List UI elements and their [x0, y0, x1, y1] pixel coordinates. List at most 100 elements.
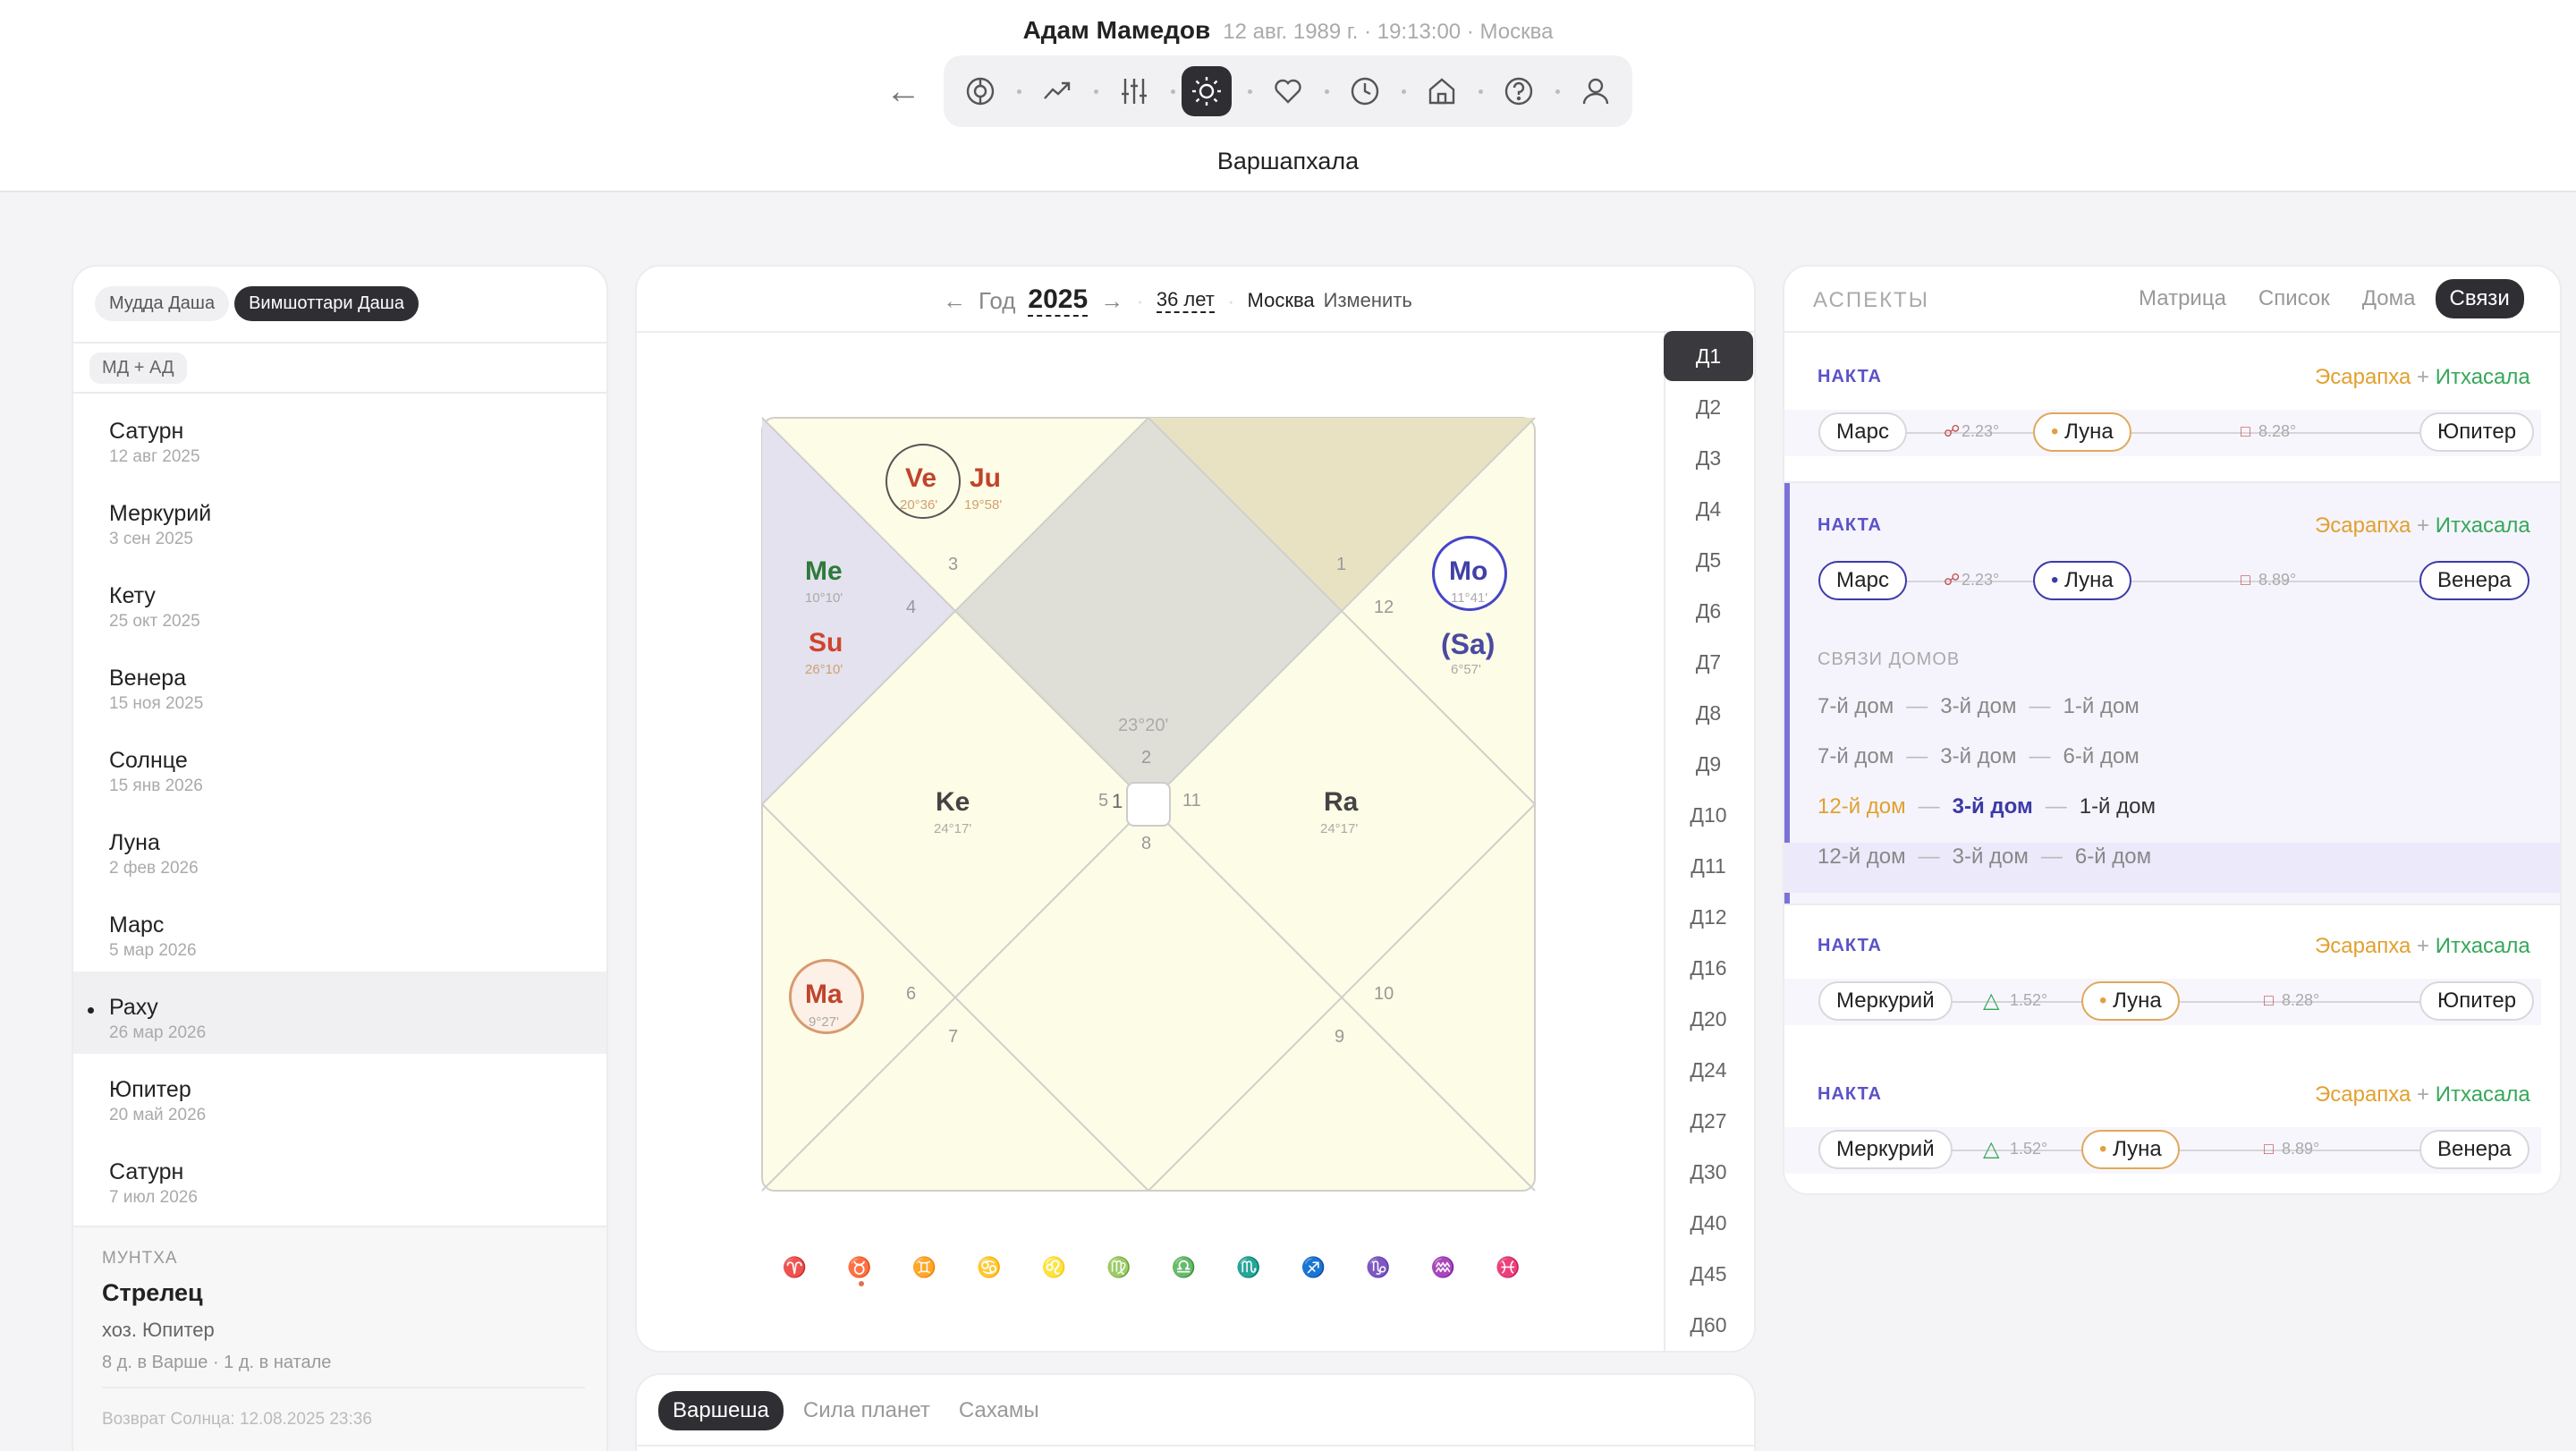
- dasha-row[interactable]: Сатурн 7 июл 2026: [73, 1136, 606, 1218]
- trend-icon[interactable]: [1032, 66, 1082, 116]
- planet-ke[interactable]: Ke: [936, 787, 970, 818]
- leo-icon[interactable]: ♌: [1021, 1256, 1087, 1279]
- node-jupiter[interactable]: Юпитер: [2419, 412, 2535, 452]
- tab-planet-strength[interactable]: Сила планет: [794, 1398, 939, 1423]
- next-year-icon[interactable]: →: [1100, 287, 1123, 315]
- dasha-row[interactable]: Юпитер 20 май 2026: [73, 1054, 606, 1136]
- sliders-icon[interactable]: [1109, 66, 1159, 116]
- planet-ra[interactable]: Ra: [1324, 787, 1358, 818]
- tab-d27[interactable]: Д27: [1664, 1096, 1753, 1146]
- tab-d24[interactable]: Д24: [1664, 1045, 1753, 1095]
- dasha-row[interactable]: Кету 25 окт 2025: [73, 560, 606, 642]
- tab-sahams[interactable]: Сахамы: [950, 1398, 1048, 1423]
- back-arrow-icon[interactable]: ←: [886, 73, 921, 109]
- user-icon[interactable]: [1571, 66, 1621, 116]
- planet-su[interactable]: Su: [809, 628, 843, 658]
- node-mercury[interactable]: Меркурий: [1818, 1130, 1953, 1169]
- clock-icon[interactable]: [1340, 66, 1390, 116]
- tab-d7[interactable]: Д7: [1664, 637, 1753, 687]
- node-mercury[interactable]: Меркурий: [1818, 981, 1953, 1021]
- home-icon[interactable]: [1417, 66, 1467, 116]
- dasha-row[interactable]: Марс 5 мар 2026: [73, 889, 606, 972]
- dasha-row-selected[interactable]: Раху 26 мар 2026: [73, 972, 606, 1054]
- node-mars[interactable]: Марс: [1818, 412, 1907, 452]
- prev-year-icon[interactable]: ←: [943, 287, 966, 315]
- house-12: 12: [1374, 598, 1394, 617]
- house-link-row[interactable]: 7-й дом —3-й дом —1-й дом: [1818, 694, 2140, 719]
- node-moon[interactable]: • Луна: [2033, 561, 2131, 600]
- sun-icon[interactable]: [1182, 66, 1232, 116]
- tab-d5[interactable]: Д5: [1664, 535, 1753, 585]
- age-value[interactable]: 36 лет: [1156, 288, 1215, 313]
- dasha-row[interactable]: Солнце 15 янв 2026: [73, 725, 606, 807]
- dasha-row[interactable]: Луна 2 фев 2026: [73, 807, 606, 889]
- aries-icon[interactable]: ♈: [762, 1256, 827, 1279]
- capricorn-icon[interactable]: ♑: [1346, 1256, 1411, 1279]
- heart-icon[interactable]: [1263, 66, 1313, 116]
- tab-varshesha[interactable]: Варшеша: [658, 1391, 784, 1430]
- gemini-icon[interactable]: ♊: [892, 1256, 957, 1279]
- tab-d9[interactable]: Д9: [1664, 739, 1753, 789]
- sagittarius-icon[interactable]: ♐: [1281, 1256, 1346, 1279]
- libra-icon[interactable]: ♎: [1151, 1256, 1216, 1279]
- tab-links[interactable]: Связи: [2435, 279, 2524, 318]
- node-jupiter[interactable]: Юпитер: [2419, 981, 2535, 1021]
- pisces-icon[interactable]: ♓: [1476, 1256, 1541, 1279]
- tab-d2[interactable]: Д2: [1664, 382, 1753, 432]
- help-icon[interactable]: [1494, 66, 1544, 116]
- year-value[interactable]: 2025: [1028, 284, 1089, 317]
- taurus-icon[interactable]: ♉: [827, 1256, 893, 1286]
- scorpio-icon[interactable]: ♏: [1216, 1256, 1282, 1279]
- node-venus[interactable]: Венера: [2419, 1130, 2529, 1169]
- tab-d3[interactable]: Д3: [1664, 433, 1753, 483]
- tab-d30[interactable]: Д30: [1664, 1147, 1753, 1197]
- tab-vimshottari-dasha[interactable]: Вимшоттари Даша: [234, 286, 419, 321]
- tab-houses[interactable]: Дома: [2350, 279, 2428, 318]
- square-icon: □: [2241, 422, 2250, 440]
- dasha-row[interactable]: Меркурий 3 сен 2025: [73, 478, 606, 560]
- tab-d12[interactable]: Д12: [1664, 892, 1753, 942]
- house-link-row[interactable]: 7-й дом —3-й дом —6-й дом: [1818, 744, 2140, 769]
- aquarius-icon[interactable]: ♒: [1411, 1256, 1476, 1279]
- node-moon[interactable]: • Луна: [2081, 981, 2180, 1021]
- tab-d10[interactable]: Д10: [1664, 790, 1753, 840]
- tab-mudda-dasha[interactable]: Мудда Даша: [95, 286, 230, 321]
- dasha-row[interactable]: Сатурн 12 авг 2025: [73, 395, 606, 478]
- planet-ju[interactable]: Ju: [970, 463, 1001, 494]
- planet-mo[interactable]: Mo: [1449, 556, 1487, 587]
- tab-list[interactable]: Список: [2246, 279, 2343, 318]
- planet-ke-deg: 24°17': [934, 821, 972, 836]
- house-link-row-highlighted[interactable]: 12-й дом —3-й дом —1-й дом: [1818, 794, 2156, 819]
- node-moon[interactable]: • Луна: [2081, 1130, 2180, 1169]
- tab-d4[interactable]: Д4: [1664, 484, 1753, 534]
- planet-me[interactable]: Me: [805, 556, 843, 587]
- tab-d20[interactable]: Д20: [1664, 994, 1753, 1044]
- planet-sa-deg: 6°57': [1451, 662, 1481, 677]
- tab-d11[interactable]: Д11: [1664, 841, 1753, 891]
- planet-ma[interactable]: Ma: [805, 980, 843, 1010]
- wheel-icon[interactable]: [955, 66, 1005, 116]
- tab-d6[interactable]: Д6: [1664, 586, 1753, 636]
- node-venus[interactable]: Венера: [2419, 561, 2529, 600]
- tab-d60[interactable]: Д60: [1664, 1300, 1753, 1350]
- tab-matrix[interactable]: Матрица: [2126, 279, 2239, 318]
- tab-d1[interactable]: Д1: [1664, 331, 1753, 381]
- filter-badge[interactable]: МД + АД: [89, 352, 187, 384]
- dasha-row[interactable]: Венера 15 ноя 2025: [73, 642, 606, 725]
- planet-sa[interactable]: (Sa): [1441, 628, 1495, 661]
- square-icon: □: [2264, 991, 2274, 1009]
- tab-d40[interactable]: Д40: [1664, 1198, 1753, 1248]
- card1-yoga: Эсарапха + Итхасала: [2315, 365, 2530, 389]
- node-mars[interactable]: Марс: [1818, 561, 1907, 600]
- virgo-icon[interactable]: ♍: [1087, 1256, 1152, 1279]
- tab-d45[interactable]: Д45: [1664, 1249, 1753, 1299]
- node-moon[interactable]: • Луна: [2033, 412, 2131, 452]
- cancer-icon[interactable]: ♋: [957, 1256, 1022, 1279]
- house-link-row[interactable]: 12-й дом —3-й дом —6-й дом: [1818, 844, 2151, 870]
- tab-d16[interactable]: Д16: [1664, 943, 1753, 993]
- change-city-link[interactable]: Изменить: [1324, 289, 1412, 312]
- conjunction-icon: ☍: [1944, 571, 1961, 589]
- tab-d8[interactable]: Д8: [1664, 688, 1753, 738]
- muntha-sign: Стрелец: [102, 1279, 203, 1306]
- planet-ve[interactable]: Ve: [905, 463, 936, 494]
